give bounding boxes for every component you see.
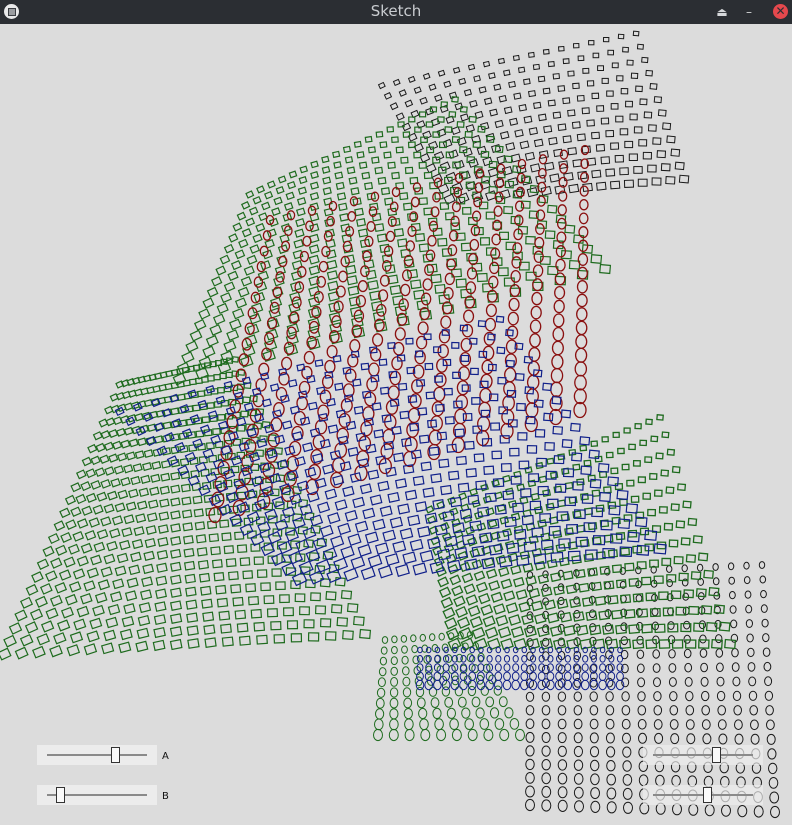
close-icon[interactable]: ✕: [773, 4, 788, 19]
window-title: Sketch: [370, 2, 422, 20]
slider-a-label: A: [162, 751, 169, 762]
green-grid-right: [425, 414, 737, 651]
eject-icon[interactable]: ⏏: [713, 3, 731, 21]
slider-a[interactable]: [37, 745, 157, 765]
slider-b-label: B: [162, 791, 169, 802]
slider-d[interactable]: [643, 785, 763, 805]
slider-track: [47, 754, 147, 756]
red-grid: [208, 144, 590, 524]
slider-a-thumb[interactable]: [110, 747, 120, 763]
sketch-canvas[interactable]: [0, 24, 792, 825]
blue-grid-flat: [415, 646, 625, 691]
slider-b-thumb[interactable]: [56, 787, 66, 803]
slider-track: [653, 754, 753, 756]
slider-c-thumb[interactable]: [712, 747, 722, 763]
slider-c[interactable]: [643, 745, 763, 765]
title-bar[interactable]: Sketch ⏏ – ✕: [0, 0, 792, 24]
slider-b[interactable]: [37, 785, 157, 805]
minimize-icon[interactable]: –: [740, 3, 758, 21]
slider-d-thumb[interactable]: [703, 787, 713, 803]
